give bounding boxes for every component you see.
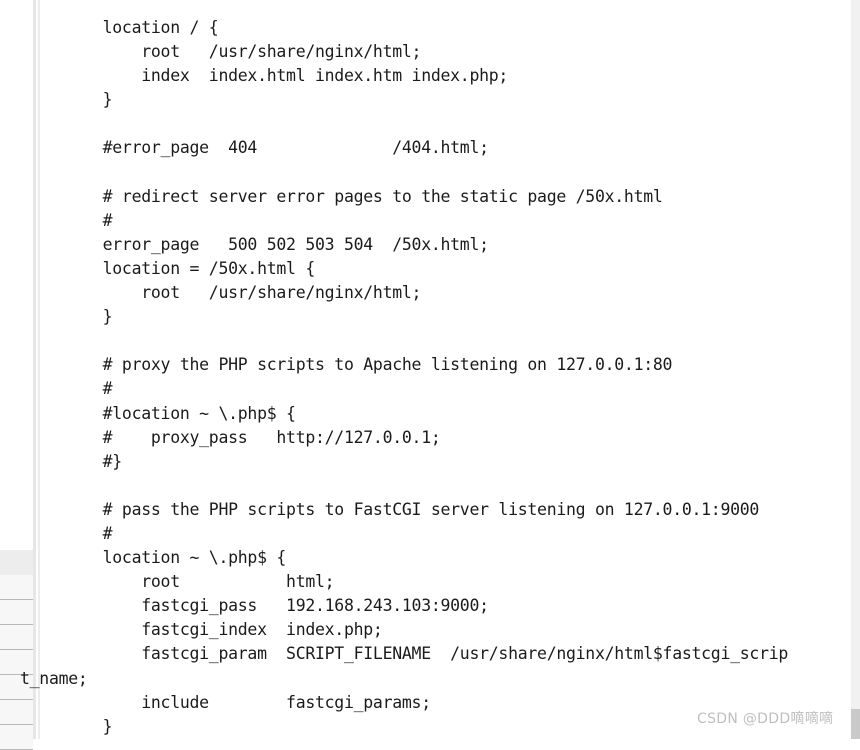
code-line: fastcgi_index index.php; [64, 620, 383, 640]
line-number-gutter [0, 0, 33, 750]
code-line: t_name; [20, 668, 88, 688]
code-line: # proxy_pass http://127.0.0.1; [64, 427, 441, 447]
code-content[interactable]: location / { root /usr/share/nginx/html;… [20, 16, 851, 739]
code-line: # [64, 379, 113, 399]
code-line: } [64, 90, 113, 110]
gutter-divider-inner [38, 0, 40, 739]
code-line: # [64, 523, 113, 543]
line-number-cell [0, 550, 33, 575]
vertical-scrollbar[interactable] [851, 0, 860, 739]
code-line: error_page 500 502 503 504 /50x.html; [64, 234, 489, 254]
code-line: # proxy the PHP scripts to Apache listen… [64, 355, 673, 375]
line-number-cells [0, 550, 33, 750]
code-line: root /usr/share/nginx/html; [64, 42, 422, 62]
line-number-cell [0, 600, 33, 625]
code-line: root /usr/share/nginx/html; [64, 283, 422, 303]
code-line: root html; [64, 572, 335, 592]
code-line: fastcgi_pass 192.168.243.103:9000; [64, 596, 489, 616]
code-line: location = /50x.html { [64, 258, 316, 278]
vertical-scrollbar-thumb[interactable] [851, 709, 860, 739]
csdn-watermark: CSDN @DDD嘀嘀嘀 [697, 711, 834, 727]
line-number-cell [0, 625, 33, 650]
gutter-divider-outer [33, 0, 36, 739]
code-line: #error_page 404 /404.html; [64, 138, 489, 158]
code-line: #location ~ \.php$ { [64, 403, 296, 423]
code-line: # redirect server error pages to the sta… [64, 186, 663, 206]
line-number-cell [0, 725, 33, 750]
code-line: location / { [64, 18, 219, 37]
code-line: index index.html index.htm index.php; [64, 66, 509, 86]
code-line: #} [64, 451, 123, 471]
code-line: # pass the PHP scripts to FastCGI server… [64, 499, 760, 519]
line-number-cell [0, 575, 33, 600]
code-line: # [64, 210, 113, 230]
code-line: location ~ \.php$ { [64, 548, 287, 568]
code-line: } [64, 307, 113, 327]
code-viewer: location / { root /usr/share/nginx/html;… [0, 0, 860, 750]
code-line: fastcgi_param SCRIPT_FILENAME /usr/share… [64, 644, 789, 664]
line-number-cell [0, 700, 33, 725]
